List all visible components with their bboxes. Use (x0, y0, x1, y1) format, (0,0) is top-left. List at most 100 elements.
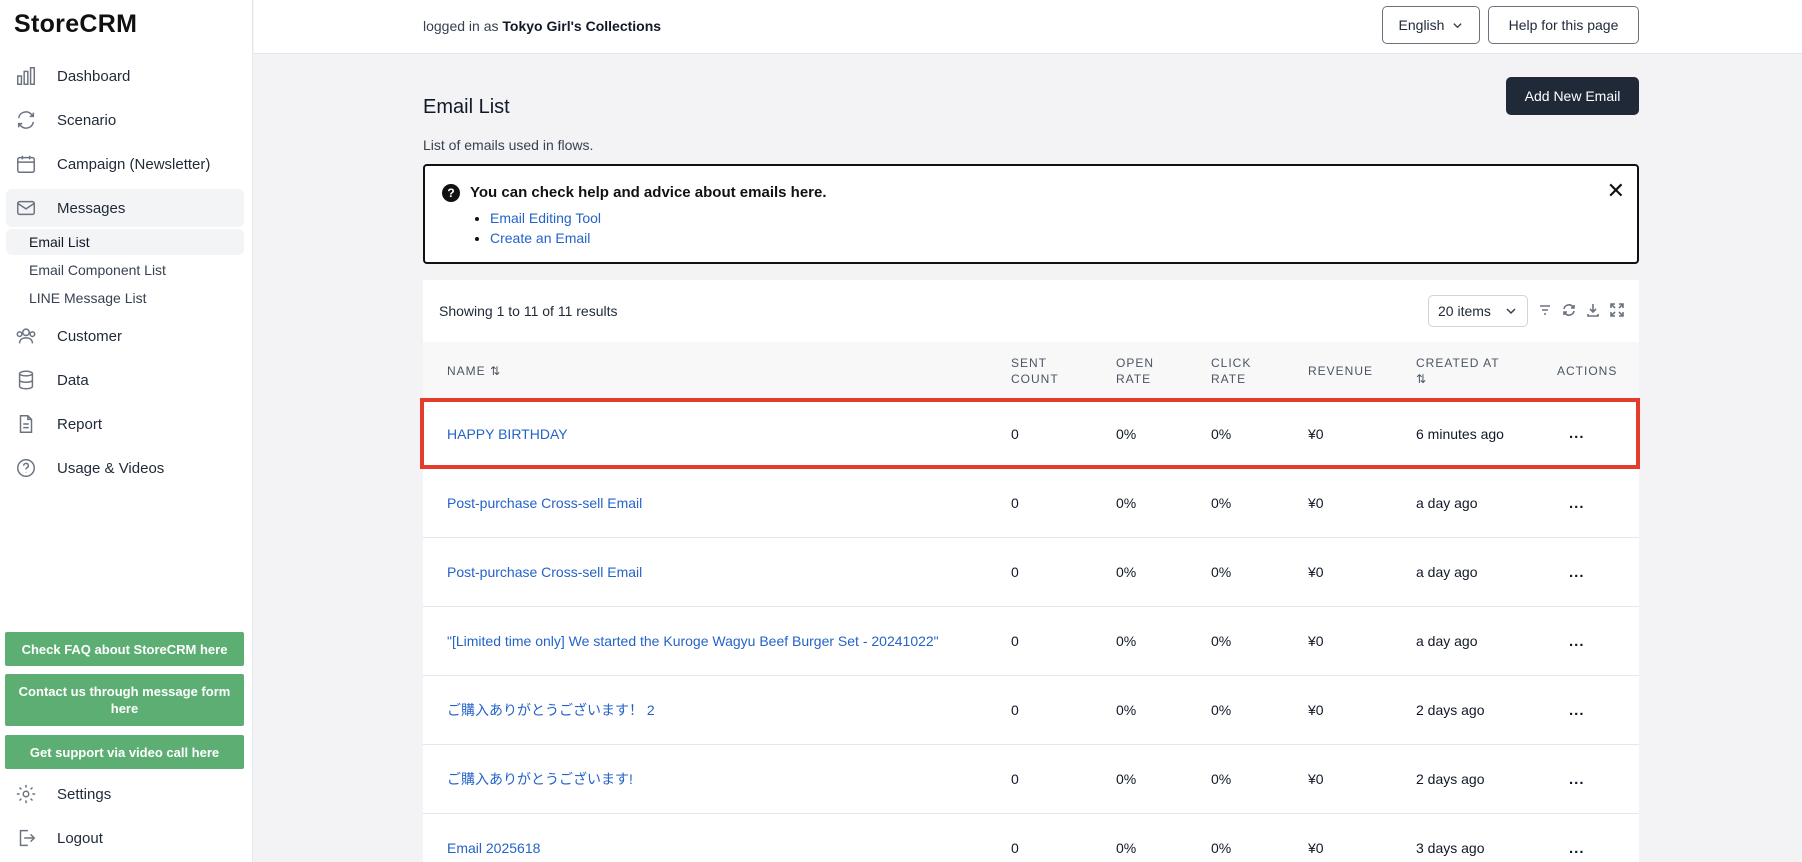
document-icon (14, 412, 38, 436)
row-actions-button[interactable]: ... (1569, 469, 1585, 537)
open-rate-cell: 0% (1116, 702, 1137, 718)
chevron-down-icon (1506, 308, 1516, 315)
open-rate-cell: 0% (1116, 633, 1137, 649)
column-header-sent-count: SENT COUNT (1011, 356, 1059, 386)
sidebar-item-label: Customer (57, 327, 123, 345)
chevron-down-icon (1453, 22, 1463, 28)
create-email-link[interactable]: Create an Email (490, 230, 590, 246)
help-link-item: Email Editing Tool (490, 208, 601, 228)
close-icon[interactable]: ✕ (1607, 180, 1625, 202)
sidebar-item-scenario[interactable]: Scenario (6, 101, 244, 139)
users-icon (14, 324, 38, 348)
column-header-open-rate: OPEN RATE (1116, 356, 1155, 386)
refresh-icon[interactable] (1561, 302, 1577, 318)
sidebar-subitem-line-message-list[interactable]: LINE Message List (6, 285, 244, 311)
add-new-email-button[interactable]: Add New Email (1506, 77, 1639, 115)
row-actions-button[interactable]: ... (1569, 676, 1585, 744)
created-at-cell: 2 days ago (1416, 702, 1485, 718)
fullscreen-icon[interactable] (1609, 302, 1625, 318)
sidebar-item-dashboard[interactable]: Dashboard (6, 57, 244, 95)
sidebar-subitem-email-list[interactable]: Email List (6, 229, 244, 255)
page-description: List of emails used in flows. (423, 137, 594, 153)
help-link-list: Email Editing Tool Create an Email (475, 208, 601, 248)
sidebar-item-campaign[interactable]: Campaign (Newsletter) (6, 145, 244, 183)
email-name-link[interactable]: ご購入ありがとうございます！ 2 (447, 676, 655, 744)
email-name-link[interactable]: Post-purchase Cross-sell Email (447, 538, 642, 606)
results-count: Showing 1 to 11 of 11 results (439, 303, 618, 319)
email-name-link[interactable]: HAPPY BIRTHDAY (447, 402, 568, 465)
open-rate-cell: 0% (1116, 425, 1137, 442)
sidebar-subitem-email-component-list[interactable]: Email Component List (6, 257, 244, 283)
sidebar: StoreCRM Dashboard Scenario Campaign (Ne… (0, 0, 253, 862)
sidebar-item-label: Report (57, 415, 103, 433)
table-row[interactable]: "[Limited time only] We started the Kuro… (423, 607, 1639, 676)
table-row[interactable]: ご購入ありがとうございます！ 2 0 0% 0% ¥0 2 days ago... (423, 676, 1639, 745)
email-editing-tool-link[interactable]: Email Editing Tool (490, 210, 601, 226)
page-size-label: 20 items (1438, 303, 1491, 319)
table-row[interactable]: Post-purchase Cross-sell Email 0 0% 0% ¥0 a d… (423, 469, 1639, 538)
click-rate-cell: 0% (1211, 840, 1232, 856)
sidebar-item-settings[interactable]: Settings (6, 775, 244, 813)
row-actions-button[interactable]: ... (1569, 402, 1585, 465)
sidebar-item-usage-videos[interactable]: Usage & Videos (6, 449, 244, 487)
account-name: Tokyo Girl's Collections (502, 18, 662, 34)
email-name-link[interactable]: "[Limited time only] We started the Kuro… (447, 607, 939, 675)
table-row[interactable]: Email 2025618 0 0% 0% ¥0 3 days ago... (423, 814, 1639, 862)
revenue-cell: ¥0 (1308, 633, 1324, 649)
video-call-button[interactable]: Get support via video call here (5, 735, 244, 769)
row-actions-button[interactable]: ... (1569, 814, 1585, 862)
email-table-card: Showing 1 to 11 of 11 results 20 items N… (420, 280, 1640, 862)
column-header-click-rate: CLICK RATE (1211, 356, 1252, 386)
created-at-cell: a day ago (1416, 495, 1478, 511)
open-rate-cell: 0% (1116, 564, 1137, 580)
column-header-created-at[interactable]: CREATED AT ⇅ (1416, 355, 1500, 387)
filter-columns-icon[interactable] (1537, 302, 1553, 318)
sent-count-cell: 0 (1011, 771, 1019, 787)
row-actions-button[interactable]: ... (1569, 607, 1585, 675)
open-rate-cell: 0% (1116, 771, 1137, 787)
sent-count-cell: 0 (1011, 840, 1019, 856)
faq-button[interactable]: Check FAQ about StoreCRM here (5, 632, 244, 666)
contact-form-button[interactable]: Contact us through message form here (5, 674, 244, 726)
sidebar-item-label: Settings (57, 785, 112, 803)
revenue-cell: ¥0 (1308, 564, 1324, 580)
language-label: English (1398, 17, 1445, 33)
click-rate-cell: 0% (1211, 425, 1232, 442)
email-name-link[interactable]: ご購入ありがとうございます! (447, 745, 633, 813)
sidebar-item-logout[interactable]: Logout (6, 819, 244, 857)
click-rate-cell: 0% (1211, 702, 1232, 718)
table-row[interactable]: ご購入ありがとうございます! 0 0% 0% ¥0 2 days ago... (423, 745, 1639, 814)
sidebar-item-report[interactable]: Report (6, 405, 244, 443)
mail-icon (14, 196, 38, 220)
revenue-cell: ¥0 (1308, 702, 1324, 718)
sidebar-item-label: Data (57, 371, 89, 389)
open-rate-cell: 0% (1116, 495, 1137, 511)
sent-count-cell: 0 (1011, 564, 1019, 580)
sidebar-item-customer[interactable]: Customer (6, 317, 244, 355)
sidebar-item-label: Logout (57, 829, 103, 847)
created-at-cell: 3 days ago (1416, 840, 1485, 856)
sent-count-cell: 0 (1011, 702, 1019, 718)
sidebar-item-messages[interactable]: Messages (6, 189, 244, 227)
sidebar-item-data[interactable]: Data (6, 361, 244, 399)
revenue-cell: ¥0 (1308, 495, 1324, 511)
table-row[interactable]: Post-purchase Cross-sell Email 0 0% 0% ¥0 a d… (423, 538, 1639, 607)
sent-count-cell: 0 (1011, 495, 1019, 511)
language-select[interactable]: English (1382, 6, 1480, 44)
help-page-button[interactable]: Help for this page (1488, 6, 1639, 44)
row-actions-button[interactable]: ... (1569, 538, 1585, 606)
open-rate-cell: 0% (1116, 840, 1137, 856)
row-actions-button[interactable]: ... (1569, 745, 1585, 813)
email-name-link[interactable]: Post-purchase Cross-sell Email (447, 469, 642, 537)
app-logo: StoreCRM (14, 10, 138, 38)
revenue-cell: ¥0 (1308, 425, 1324, 442)
column-header-actions: ACTIONS (1557, 364, 1618, 378)
sidebar-item-label: Messages (57, 199, 126, 217)
page-size-select[interactable]: 20 items (1428, 295, 1528, 327)
email-name-link[interactable]: Email 2025618 (447, 814, 540, 862)
download-icon[interactable] (1585, 302, 1601, 318)
sidebar-item-label: Campaign (Newsletter) (57, 155, 211, 173)
gear-icon (14, 782, 38, 806)
column-header-name[interactable]: NAME ⇅ (447, 363, 501, 379)
table-row[interactable]: HAPPY BIRTHDAY 0 0% 0% ¥0 6 minutes ago... (420, 398, 1640, 469)
